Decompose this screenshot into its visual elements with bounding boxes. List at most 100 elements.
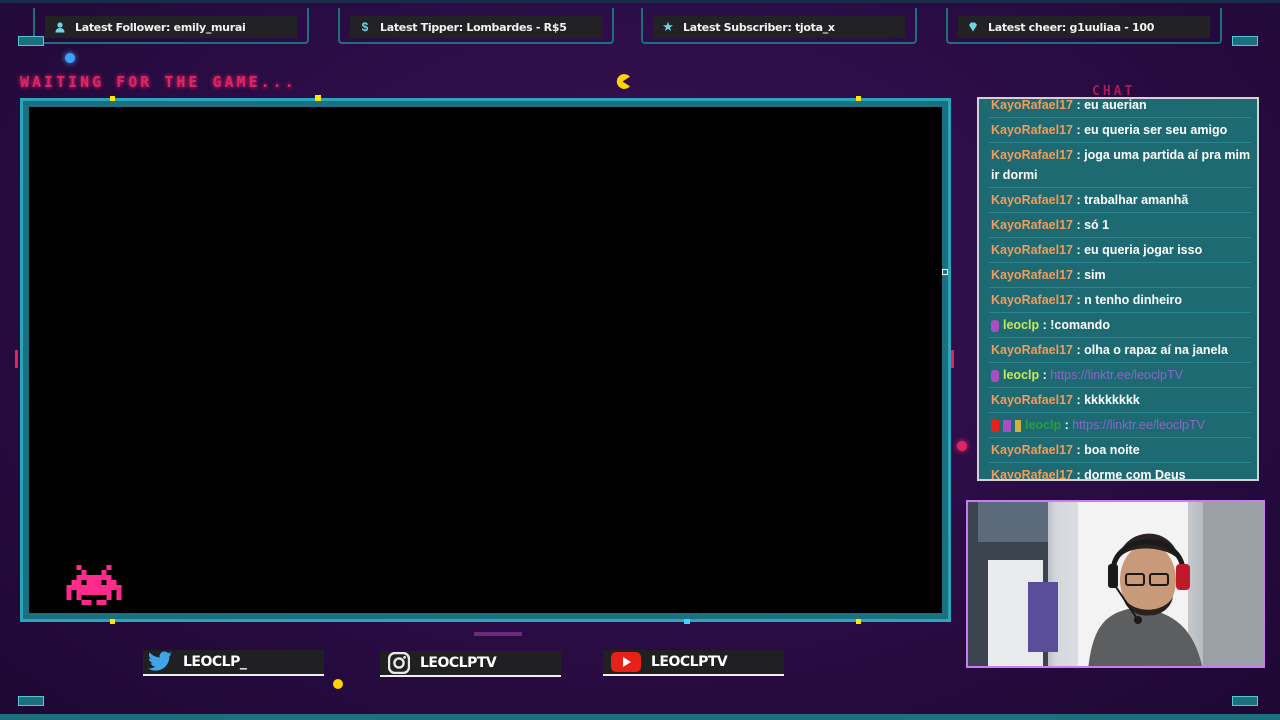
chat-message: KayoRafael17 : só 1 (989, 213, 1251, 238)
chat-username[interactable]: KayoRafael17 (991, 243, 1073, 257)
user-icon (53, 20, 67, 34)
chat-separator: : (1073, 268, 1085, 282)
chat-username[interactable]: KayoRafael17 (991, 393, 1073, 407)
chat-username[interactable]: KayoRafael17 (991, 268, 1073, 282)
chat-separator: : (1073, 293, 1085, 307)
chat-separator: : (1073, 443, 1085, 457)
latest-subscriber-text: Latest Subscriber: tjota_x (683, 20, 835, 34)
twitter-handle-bar: LEOCLP_ (143, 650, 324, 676)
chat-text: boa noite (1084, 443, 1140, 457)
webcam-feed (966, 500, 1265, 668)
chat-username[interactable]: KayoRafael17 (991, 193, 1073, 207)
corner-tab (1232, 696, 1258, 706)
chat-text: sim (1084, 268, 1106, 282)
chat-text: dorme com Deus (1084, 468, 1186, 479)
chat-message: KayoRafael17 : kkkkkkkk (989, 388, 1251, 413)
chat-message: KayoRafael17 : dorme com Deus (989, 463, 1251, 479)
youtube-handle: LEOCLPTV (651, 654, 728, 670)
chat-username[interactable]: KayoRafael17 (991, 123, 1073, 137)
chat-text: só 1 (1084, 218, 1110, 232)
chat-username[interactable]: leoclp (1025, 418, 1061, 432)
chat-username[interactable]: leoclp (1003, 368, 1039, 382)
chat-text: !comando (1050, 318, 1110, 332)
twitter-handle: LEOCLP_ (183, 654, 247, 670)
chat-message: KayoRafael17 : joga uma partida aí pra m… (989, 143, 1251, 188)
chat-separator: : (1073, 343, 1085, 357)
chat-separator: : (1073, 98, 1085, 112)
chat-message: KayoRafael17 : sim (989, 263, 1251, 288)
chat-message: KayoRafael17 : olha o rapaz aí na janela (989, 338, 1251, 363)
decor-sparkle (957, 441, 967, 451)
chat-separator: : (1039, 318, 1051, 332)
game-capture-frame (20, 98, 951, 622)
chat-separator: : (1073, 123, 1085, 137)
chat-username[interactable]: KayoRafael17 (991, 443, 1073, 457)
corner-tab (18, 36, 44, 46)
decor-dot (942, 269, 948, 275)
chat-link[interactable]: https://linktr.ee/leoclpTV (1072, 418, 1205, 432)
mod-badges-icon (991, 419, 1021, 432)
chat-text: eu queria ser seu amigo (1084, 123, 1228, 137)
chat-message: KayoRafael17 : eu queria jogar isso (989, 238, 1251, 263)
chat-separator: : (1073, 218, 1085, 232)
latest-cheer-alert: Latest cheer: g1uuliaa - 100 (946, 8, 1222, 44)
pacman-icon (614, 73, 631, 95)
game-capture-area (29, 107, 942, 613)
chat-separator: : (1039, 368, 1051, 382)
corner-tab (1232, 36, 1258, 46)
chat-username[interactable]: KayoRafael17 (991, 343, 1073, 357)
chat-separator: : (1073, 193, 1085, 207)
decor-dot (315, 95, 321, 101)
decor-dot (856, 96, 861, 101)
webcam-image (968, 502, 1263, 666)
decor-dot (110, 96, 115, 101)
corner-tab (18, 696, 44, 706)
chat-text: trabalhar amanhã (1084, 193, 1189, 207)
broadcaster-badge-icon (991, 319, 999, 332)
chat-link[interactable]: https://linktr.ee/leoclpTV (1050, 368, 1183, 382)
decor-dot (110, 619, 115, 624)
diamond-icon (966, 20, 980, 34)
chat-separator: : (1061, 418, 1073, 432)
latest-follower-alert: Latest Follower: emily_murai (33, 8, 309, 44)
chat-text: n tenho dinheiro (1084, 293, 1183, 307)
chat-separator: : (1073, 468, 1085, 479)
chat-message: leoclp : https://linktr.ee/leoclpTV (989, 413, 1251, 438)
decor-sparkle (333, 679, 343, 689)
chat-username[interactable]: leoclp (1003, 318, 1039, 332)
space-invader-icon (66, 565, 122, 610)
youtube-icon (611, 652, 641, 672)
chat-username[interactable]: KayoRafael17 (991, 468, 1073, 479)
chat-text: kkkkkkkk (1084, 393, 1140, 407)
chat-username[interactable]: KayoRafael17 (991, 148, 1073, 162)
chat-message: leoclp : !comando (989, 313, 1251, 338)
chat-username[interactable]: KayoRafael17 (991, 98, 1073, 112)
latest-follower-text: Latest Follower: emily_murai (75, 20, 246, 34)
chat-message: KayoRafael17 : boa noite (989, 438, 1251, 463)
decor-dot (856, 619, 861, 624)
chat-text: eu auerian (1084, 98, 1147, 112)
chat-message-list: KayoRafael17 : eu auerian KayoRafael17 : … (989, 93, 1251, 479)
chat-username[interactable]: KayoRafael17 (991, 293, 1073, 307)
chat-message: KayoRafael17 : n tenho dinheiro (989, 288, 1251, 313)
decor-bar (474, 632, 522, 636)
star-icon: ★ (662, 19, 674, 34)
broadcaster-badge-icon (991, 369, 999, 382)
latest-tipper-alert: $ Latest Tipper: Lombardes - R$5 (338, 8, 614, 44)
chat-separator: : (1073, 148, 1085, 162)
bottom-border (0, 714, 1280, 720)
twitter-icon (147, 651, 173, 673)
latest-tipper-text: Latest Tipper: Lombardes - R$5 (380, 20, 567, 34)
chat-message: KayoRafael17 : trabalhar amanhã (989, 188, 1251, 213)
decor-bar (951, 350, 954, 368)
chat-message: KayoRafael17 : eu auerian (989, 93, 1251, 118)
chat-message: leoclp : https://linktr.ee/leoclpTV (989, 363, 1251, 388)
decor-dot (684, 619, 690, 624)
chat-username[interactable]: KayoRafael17 (991, 218, 1073, 232)
top-border (0, 0, 1280, 3)
instagram-handle-bar: LEOCLPTV (380, 651, 561, 677)
latest-subscriber-alert: ★ Latest Subscriber: tjota_x (641, 8, 917, 44)
chat-separator: : (1073, 393, 1085, 407)
decor-bar (15, 350, 18, 368)
youtube-handle-bar: LEOCLPTV (603, 650, 784, 676)
